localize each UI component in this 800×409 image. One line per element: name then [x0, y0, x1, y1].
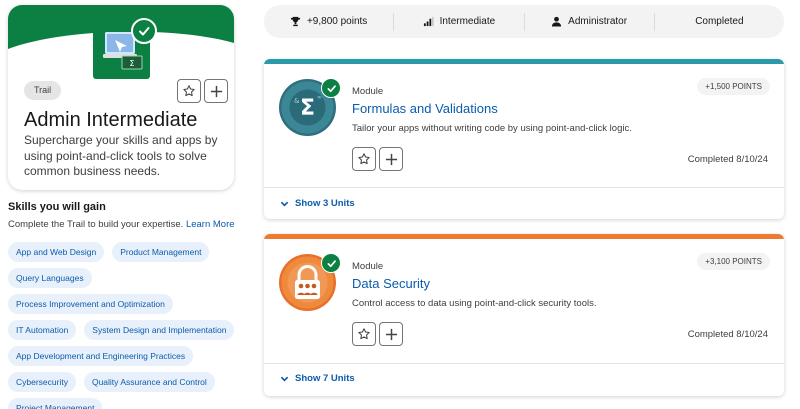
card-divider — [264, 187, 784, 188]
status-points: +9,800 points — [264, 13, 393, 31]
show-units-label: Show 7 Units — [295, 373, 355, 384]
add-to-list-button[interactable] — [204, 79, 228, 103]
skill-chip[interactable]: Query Languages — [8, 268, 92, 288]
status-role-label: Administrator — [568, 16, 628, 27]
learn-more-link[interactable]: Learn More — [186, 219, 235, 230]
points-badge: +3,100 POINTS — [697, 253, 770, 270]
skill-chip[interactable]: Process Improvement and Optimization — [8, 294, 173, 314]
skill-chip[interactable]: IT Automation — [8, 320, 77, 340]
module-complete-check-icon — [321, 78, 341, 98]
skill-chip[interactable]: Quality Assurance and Control — [83, 372, 215, 392]
show-units-toggle[interactable]: Show 3 Units — [280, 198, 355, 209]
show-units-toggle[interactable]: Show 7 Units — [280, 373, 355, 384]
module-type: Module — [352, 86, 384, 97]
plus-icon — [210, 85, 222, 97]
skill-chip[interactable]: App Development and Engineering Practice… — [8, 346, 194, 366]
star-icon — [358, 328, 370, 340]
module-card-data-security: Module Data Security Control access to d… — [264, 234, 784, 396]
svg-text:∞: ∞ — [317, 94, 322, 101]
signal-bars-icon — [423, 16, 434, 27]
favorite-button[interactable] — [177, 79, 201, 103]
chevron-down-icon — [280, 201, 289, 207]
card-divider — [264, 363, 784, 364]
status-completion: Completed — [653, 12, 784, 31]
status-role: Administrator — [523, 12, 654, 31]
skill-chip[interactable]: System Design and Implementation — [84, 320, 235, 340]
trail-complete-check-icon — [131, 18, 157, 44]
status-points-label: +9,800 points — [306, 16, 368, 27]
module-title-link[interactable]: Formulas and Validations — [352, 101, 498, 116]
trail-tag: Trail — [24, 81, 62, 100]
module-accent-bar — [264, 59, 784, 64]
module-type: Module — [352, 261, 384, 272]
module-title-link[interactable]: Data Security — [352, 276, 430, 291]
skills-subtitle: Complete the Trail to build your experti… — [8, 219, 235, 230]
status-completion-label: Completed — [695, 16, 744, 27]
skill-chip[interactable]: Project Management — [8, 398, 103, 409]
svg-text:Σ: Σ — [300, 96, 315, 121]
status-level-label: Intermediate — [439, 16, 496, 27]
skills-list: App and Web Design Product Management Qu… — [8, 242, 246, 409]
trail-title: Admin Intermediate — [24, 109, 198, 131]
module-card-formulas: Σ & ∞ Module Formulas and Validations Ta… — [264, 59, 784, 219]
status-level: Intermediate — [393, 12, 523, 31]
skill-chip[interactable]: App and Web Design — [8, 242, 105, 262]
completed-date: Completed 8/10/24 — [687, 329, 768, 340]
points-badge: +1,500 POINTS — [697, 78, 770, 95]
favorite-button[interactable] — [352, 322, 376, 346]
module-description: Tailor your apps without writing code by… — [352, 123, 632, 134]
add-to-list-button[interactable] — [379, 322, 403, 346]
skills-heading: Skills you will gain — [8, 201, 106, 213]
module-accent-bar — [264, 234, 784, 239]
skill-chip[interactable]: Cybersecurity — [8, 372, 76, 392]
add-to-list-button[interactable] — [379, 147, 403, 171]
plus-icon — [385, 328, 397, 340]
svg-text:Σ: Σ — [129, 59, 134, 68]
chevron-down-icon — [280, 376, 289, 382]
star-icon — [358, 153, 370, 165]
module-description: Control access to data using point-and-c… — [352, 298, 597, 309]
completed-date: Completed 8/10/24 — [687, 154, 768, 165]
module-complete-check-icon — [321, 253, 341, 273]
trail-description: Supercharge your skills and apps by usin… — [24, 133, 218, 178]
user-icon — [552, 16, 562, 27]
trophy-icon — [290, 16, 301, 27]
skills-subtitle-text: Complete the Trail to build your experti… — [8, 219, 184, 230]
favorite-button[interactable] — [352, 147, 376, 171]
trail-status-bar: +9,800 points Intermediate Administrator… — [264, 5, 784, 38]
plus-icon — [385, 153, 397, 165]
svg-text:&: & — [294, 97, 300, 105]
skill-chip[interactable]: Product Management — [112, 242, 210, 262]
trail-card: Σ Trail Admin Intermediate Supercharge y… — [8, 5, 234, 190]
star-icon — [183, 85, 195, 97]
show-units-label: Show 3 Units — [295, 198, 355, 209]
